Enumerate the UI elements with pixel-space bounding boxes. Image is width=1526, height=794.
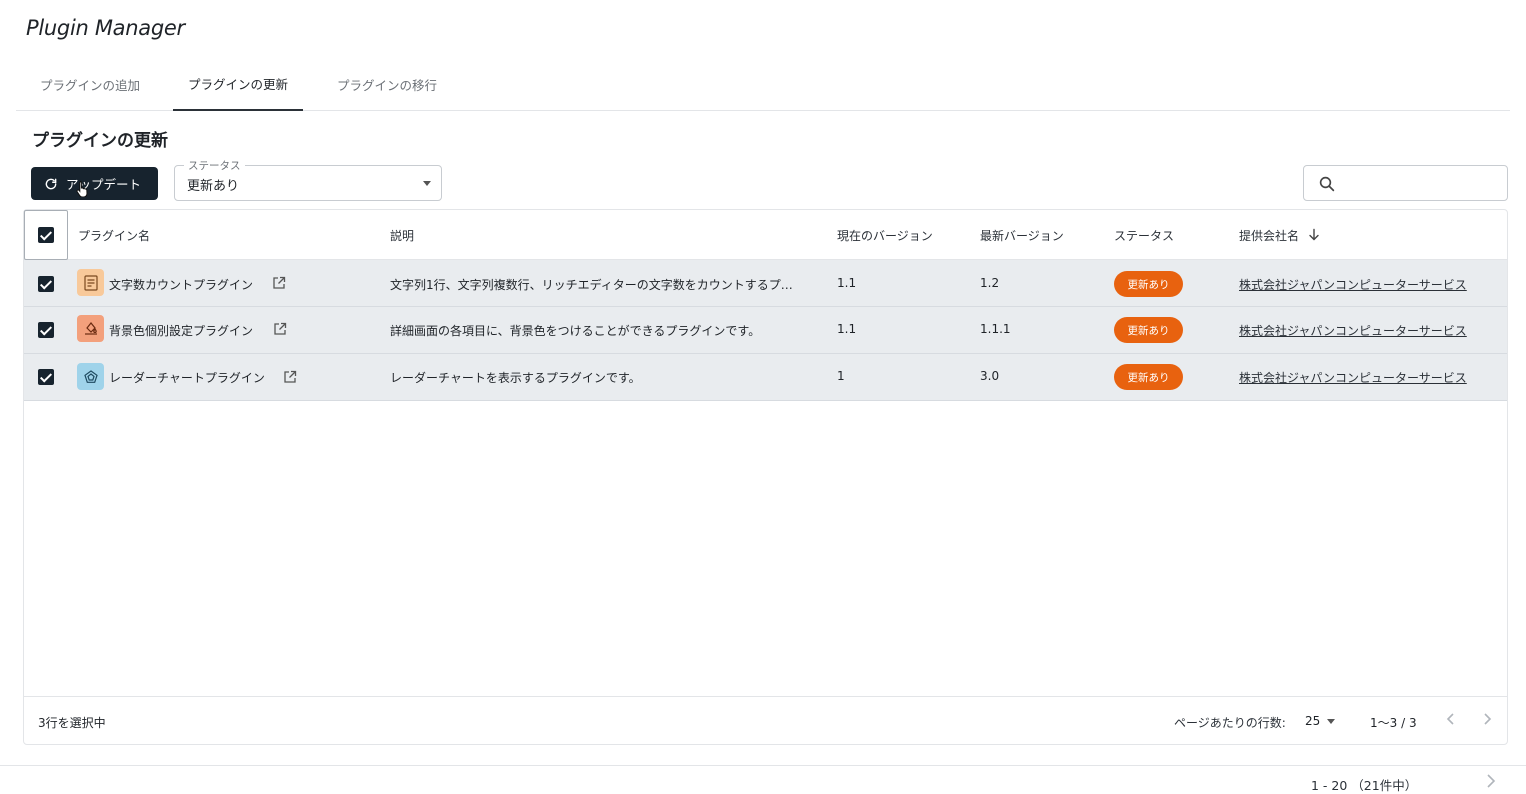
current-version: 1.1 xyxy=(837,276,857,290)
latest-version: 3.0 xyxy=(980,369,1000,383)
current-version: 1 xyxy=(837,369,845,383)
hand-cursor-icon xyxy=(76,181,88,197)
refresh-icon xyxy=(45,178,57,189)
bottom-pagination: 1 - 20 （21件中） xyxy=(0,765,1526,794)
external-link-icon[interactable] xyxy=(283,370,297,384)
row-checkbox[interactable] xyxy=(38,369,54,385)
tab-update-plugin[interactable]: プラグインの更新 xyxy=(173,58,303,111)
caret-down-icon[interactable] xyxy=(1327,719,1335,724)
search-input[interactable] xyxy=(1344,172,1499,194)
status-filter-select[interactable]: ステータス 更新あり xyxy=(174,158,442,201)
header-checkbox-cell xyxy=(24,210,68,260)
character-count-icon xyxy=(77,269,104,296)
caret-down-icon xyxy=(423,181,431,186)
update-button[interactable]: アップデート xyxy=(31,167,158,200)
status-filter-label: ステータス xyxy=(184,158,245,173)
selected-count: 3行を選択中 xyxy=(38,716,106,730)
column-header-name[interactable]: プラグイン名 xyxy=(78,227,150,244)
tab-migrate-plugin[interactable]: プラグインの移行 xyxy=(321,58,453,111)
status-badge: 更新あり xyxy=(1114,364,1183,390)
plugin-description: 詳細画面の各項目に、背景色をつけることができるプラグインです。 xyxy=(390,324,761,338)
column-header-current-version[interactable]: 現在のバージョン xyxy=(837,227,933,244)
page-range: 1〜3 / 3 xyxy=(1370,716,1417,730)
rows-per-page-label: ページあたりの行数: xyxy=(1174,716,1286,730)
chevron-right-icon[interactable] xyxy=(1484,772,1498,790)
current-version: 1.1 xyxy=(837,322,857,336)
latest-version: 1.1.1 xyxy=(980,322,1011,336)
app-title: Plugin Manager xyxy=(26,16,185,40)
column-header-latest-version[interactable]: 最新バージョン xyxy=(980,227,1064,244)
external-link-icon[interactable] xyxy=(273,322,287,336)
vendor-link[interactable]: 株式会社ジャパンコンピューターサービス xyxy=(1239,276,1467,293)
search-box[interactable] xyxy=(1303,165,1508,201)
status-filter-value: 更新あり xyxy=(187,179,240,194)
status-badge: 更新あり xyxy=(1114,317,1183,343)
table-footer: 3行を選択中 ページあたりの行数: 25 1〜3 / 3 xyxy=(24,696,1507,744)
search-icon xyxy=(1319,176,1335,192)
status-badge: 更新あり xyxy=(1114,271,1183,297)
table-row[interactable]: レーダーチャートプラグイン レーダーチャートを表示するプラグインです。 1 3.… xyxy=(24,354,1507,401)
chevron-right-icon[interactable] xyxy=(1481,711,1493,727)
plugin-name: 文字数カウントプラグイン xyxy=(109,278,254,292)
row-checkbox[interactable] xyxy=(38,276,54,292)
latest-version: 1.2 xyxy=(980,276,1000,290)
plugin-description: 文字列1行、文字列複数行、リッチエディターの文字数をカウントするプ… xyxy=(390,278,793,292)
table-header: プラグイン名 説明 現在のバージョン 最新バージョン ステータス 提供会社名 xyxy=(24,210,1507,260)
page-title: プラグインの更新 xyxy=(32,131,168,151)
table-row[interactable]: 文字数カウントプラグイン 文字列1行、文字列複数行、リッチエディターの文字数をカ… xyxy=(24,260,1507,307)
paint-bucket-icon xyxy=(77,315,104,342)
column-header-status[interactable]: ステータス xyxy=(1114,227,1174,244)
radar-chart-icon xyxy=(77,363,104,390)
vendor-link[interactable]: 株式会社ジャパンコンピューターサービス xyxy=(1239,369,1467,386)
plugin-name: レーダーチャートプラグイン xyxy=(109,371,265,385)
bottom-page-range: 1 - 20 （21件中） xyxy=(1311,778,1418,793)
column-header-vendor[interactable]: 提供会社名 xyxy=(1239,227,1299,244)
plugin-name: 背景色個別設定プラグイン xyxy=(109,324,254,338)
chevron-left-icon[interactable] xyxy=(1445,711,1457,727)
plugin-table: プラグイン名 説明 現在のバージョン 最新バージョン ステータス 提供会社名 文… xyxy=(23,209,1508,745)
table-row[interactable]: 背景色個別設定プラグイン 詳細画面の各項目に、背景色をつけることができるプラグイ… xyxy=(24,307,1507,354)
row-checkbox[interactable] xyxy=(38,322,54,338)
select-all-checkbox[interactable] xyxy=(38,227,54,243)
rows-per-page-select[interactable]: 25 xyxy=(1305,714,1320,728)
external-link-icon[interactable] xyxy=(272,276,286,290)
tab-add-plugin[interactable]: プラグインの追加 xyxy=(24,58,156,111)
column-header-description[interactable]: 説明 xyxy=(390,227,414,244)
vendor-link[interactable]: 株式会社ジャパンコンピューターサービス xyxy=(1239,322,1467,339)
arrow-down-icon[interactable] xyxy=(1308,228,1320,241)
plugin-description: レーダーチャートを表示するプラグインです。 xyxy=(390,371,641,385)
tab-bar: プラグインの追加 プラグインの更新 プラグインの移行 xyxy=(16,58,1510,111)
